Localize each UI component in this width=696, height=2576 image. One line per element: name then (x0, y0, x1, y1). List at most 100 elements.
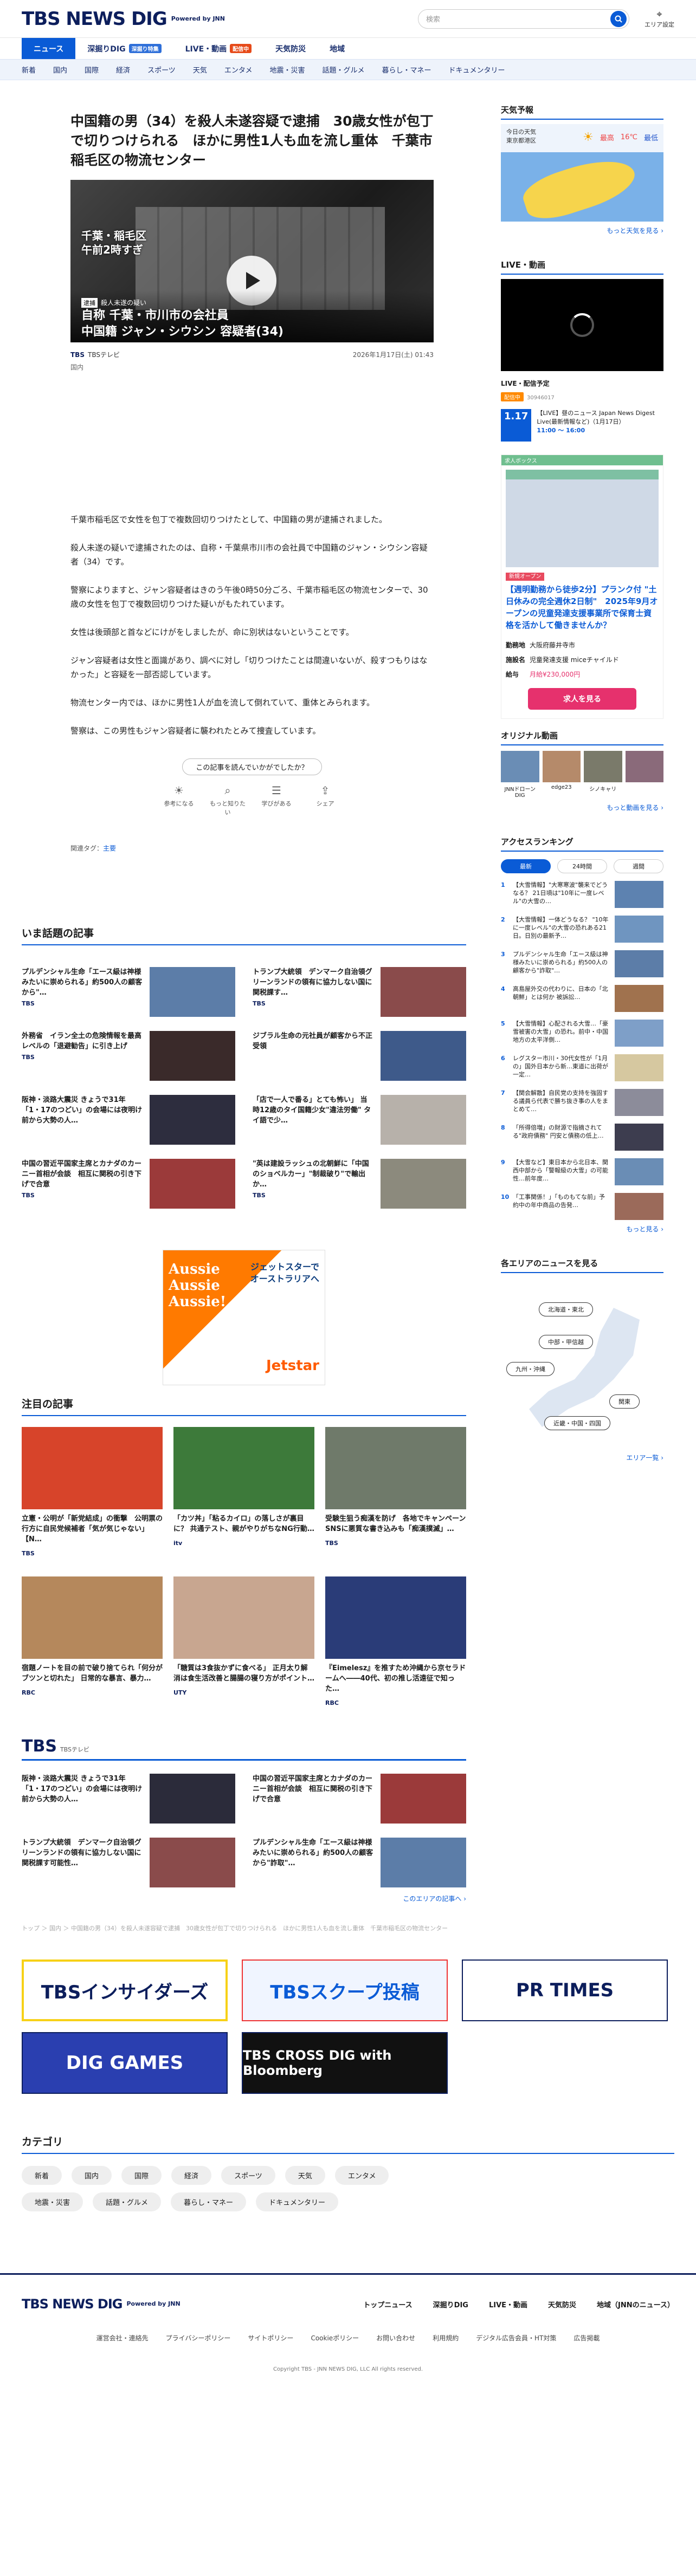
area-setting[interactable]: ⌖ エリア設定 (645, 9, 674, 29)
search-input[interactable]: 検索 (426, 14, 440, 24)
subnav-item[interactable]: 国内 (53, 64, 67, 75)
featured-item[interactable]: 宿題ノートを目の前で破り捨てられ「何分がブツンと切れた」 日常的な暴言、暴力… R… (22, 1576, 163, 1706)
search-button[interactable] (610, 10, 627, 27)
subnav-item[interactable]: 暮らし・マネー (382, 64, 431, 75)
reaction-want-more[interactable]: ⌕ もっと知りたい (209, 784, 247, 816)
region-button[interactable]: 近畿・中国・四国 (544, 1416, 610, 1430)
ranking-item[interactable]: 1 【大雪情報】"大寒寒波"襲来でどうなる？ 21日頃は"10年に一度レベル"の大… (501, 881, 663, 908)
nav-live[interactable]: LIVE・動画 配信中 (173, 38, 264, 59)
live-player[interactable] (501, 279, 663, 371)
nav-dig[interactable]: 深掘りDIG 深掘り特集 (75, 38, 173, 59)
ranking-item[interactable]: 5 【大雪情報】心配される大雪…「豪雪被害の大雪」の恐れ。前中・中国地方の太平洋側… (501, 1020, 663, 1047)
tbs-box-more-link[interactable]: このエリアの記事へ › (22, 1894, 466, 1903)
search-box[interactable]: 検索 (418, 9, 629, 29)
scoop-banner[interactable]: TBSスクープ投稿 (242, 1959, 448, 2021)
trending-item[interactable]: 外務省 イラン全土の危険情報を最高レベルの「退避勧告」に引き上げ TBS (22, 1031, 235, 1081)
category-chip[interactable]: 天気 (285, 2166, 325, 2185)
trending-item[interactable]: 阪神・淡路大震災 きょうで31年「1・17のつどい」の会場には夜明け前から大勢の… (22, 1095, 235, 1145)
subnav-item[interactable]: 天気 (193, 64, 207, 75)
featured-item[interactable]: 受験生狙う痴漢を防げ 各地でキャンペーン SNSに悪質な書き込みも「痴漢撲滅」…… (325, 1427, 466, 1557)
featured-item[interactable]: 立憲・公明が「新党結成」の衝撃 公明票の行方に自民党候補者「気が気じゃない」【N… (22, 1427, 163, 1557)
trending-item[interactable]: ジブラル生命の元社員が顧客から不正受領 (253, 1031, 466, 1081)
weather-more-link[interactable]: もっと天気を見る › (501, 226, 663, 235)
tag-link[interactable]: 主要 (103, 845, 116, 852)
original-item[interactable] (625, 751, 663, 799)
site-logo[interactable]: TBS NEWS DIG Powered by JNN (22, 8, 225, 30)
region-button[interactable]: 北海道・東北 (539, 1302, 593, 1316)
category-chip[interactable]: エンタメ (334, 2166, 389, 2185)
trending-item[interactable]: 中国の習近平国家主席とカナダのカーニー首相が会談 相互に関税の引き下げで合意 TB… (22, 1159, 235, 1209)
schedule-item[interactable]: 1.17 【LIVE】昼のニュース Japan News Digest Live… (501, 409, 663, 442)
share-button[interactable]: ⇪ シェア (306, 784, 344, 816)
trending-item[interactable]: トランプ大統領 デンマーク自治領グリーンランドの領有に協力しない国に関税課す… T… (253, 967, 466, 1017)
ranking-tab-latest[interactable]: 最新 (501, 859, 551, 873)
footer-link[interactable]: 天気防災 (548, 2299, 576, 2309)
ranking-tab-weekly[interactable]: 週間 (614, 859, 663, 873)
subnav-item[interactable]: スポーツ (147, 64, 176, 75)
ranking-tab-24h[interactable]: 24時間 (557, 859, 607, 873)
article-category[interactable]: 国内 (70, 362, 434, 372)
subnav-item[interactable]: 話題・グルメ (322, 64, 364, 75)
reaction-helpful[interactable]: ☀ 参考になる (160, 784, 198, 816)
insiders-banner[interactable]: TBSインサイダーズ (22, 1959, 228, 2021)
weather-panel[interactable]: 今日の天気 東京都港区 ☀ 最高 16℃ 最低 (501, 124, 663, 226)
category-chip[interactable]: 話題・グルメ (93, 2192, 162, 2211)
subnav-item[interactable]: 経済 (116, 64, 130, 75)
nav-region[interactable]: 地域 (318, 38, 357, 59)
featured-item[interactable]: 「カツ丼」「粘るカイロ」の落しさが裏目に？ 共通テスト、親がやりがちなNG行動…… (173, 1427, 314, 1557)
tbs-item[interactable]: 中国の習近平国家主席とカナダのカーニー首相が会談 相互に関税の引き下げで合意 (253, 1774, 466, 1824)
dig-games-banner[interactable]: DIG GAMES (22, 2032, 228, 2094)
subnav-item[interactable]: ドキュメンタリー (449, 64, 505, 75)
region-button[interactable]: 九州・沖縄 (506, 1362, 555, 1376)
ranking-item[interactable]: 8 「所得倍増」の財源で指摘されてる"政府債務" 円安と債務の低上… (501, 1124, 663, 1151)
subnav-item[interactable]: 新着 (22, 64, 36, 75)
category-chip[interactable]: スポーツ (221, 2166, 275, 2185)
footer-link[interactable]: トップニュース (363, 2299, 412, 2309)
tbs-item[interactable]: トランプ大統領 デンマーク自治領グリーンランドの領有に協力しない国に関税課す可能… (22, 1838, 235, 1887)
ranking-item[interactable]: 6 レグスター市川・30代女性が「1月の」国外日本から新…東道に出荷が一定… (501, 1054, 663, 1081)
tbs-item[interactable]: プルデンシャル生命「エース級は神様みたいに崇められる」約500人の顧客から"詐取… (253, 1838, 466, 1887)
subnav-item[interactable]: 地震・災害 (269, 64, 305, 75)
job-ad[interactable]: 求人ボックス 新規オープン 【週明勤務から徒歩2分】プランク付 "土日休みの完全… (501, 455, 663, 719)
ranking-item[interactable]: 10 「工事関係！」「ものもてな前」予約中の年中商品の告発… (501, 1193, 663, 1220)
category-chip[interactable]: ドキュメンタリー (256, 2192, 339, 2211)
category-chip[interactable]: 経済 (171, 2166, 212, 2185)
original-item[interactable]: シノキャリ (584, 751, 622, 799)
footer-sublink[interactable]: 運営会社・連絡先 (96, 2333, 149, 2343)
original-more-link[interactable]: もっと動画を見る › (501, 803, 663, 812)
jetstar-ad[interactable]: Aussie Aussie Aussie! ジェットスターで オーストラリアへ Jet… (163, 1250, 325, 1385)
ranking-item[interactable]: 7 【関会解散】自民党の支持を強固する議員ら代表で勝ち抜き事の人をまとめて… (501, 1089, 663, 1116)
reaction-learning[interactable]: ☰ 学びがある (257, 784, 295, 816)
trending-item[interactable]: 「店で一人で番る」とても怖い」 当時12歳のタイ国籍少女"違法労働" タイ語で少… (253, 1095, 466, 1145)
region-button[interactable]: 中部・甲信越 (539, 1335, 593, 1349)
category-chip[interactable]: 国内 (72, 2166, 112, 2185)
footer-sublink[interactable]: 広告掲載 (573, 2333, 600, 2343)
ranking-item[interactable]: 2 【大雪情報】一体どうなる？ "10年に一度レベル"の大雪の恐れある21日。日別… (501, 916, 663, 943)
featured-item[interactable]: 『Eimelesz』を推すため沖縄から京セラドームへ――40代、初の推し活遠征で… (325, 1576, 466, 1706)
trending-item[interactable]: "英は建設ラッシュの北朝鮮に「中国のショベルカー」"制裁破り"で輸出か… TBS (253, 1159, 466, 1209)
footer-sublink[interactable]: プライバシーポリシー (166, 2333, 231, 2343)
ranking-item[interactable]: 4 高島屋外交の代わりに、日本の「北朝鮮」とは何か 被訴訟… (501, 985, 663, 1012)
area-more-link[interactable]: エリア一覧 › (501, 1453, 663, 1462)
footer-link[interactable]: 深掘りDIG (433, 2299, 468, 2309)
footer-sublink[interactable]: Cookieポリシー (311, 2333, 359, 2343)
job-view-button[interactable]: 求人を見る (528, 688, 636, 710)
footer-sublink[interactable]: お問い合わせ (376, 2333, 415, 2343)
subnav-item[interactable]: 国際 (85, 64, 99, 75)
ranking-item[interactable]: 3 プルデンシャル生命「エース級は神様みたいに崇められる」約500人の顧客から"詐… (501, 950, 663, 977)
tbs-item[interactable]: 阪神・淡路大震災 きょうで31年「1・17のつどい」の会場には夜明け前から大勢の… (22, 1774, 235, 1824)
footer-link[interactable]: LIVE・動画 (489, 2299, 527, 2309)
trending-item[interactable]: プルデンシャル生命「エース級は神様みたいに崇められる」約500人の顧客から"… T… (22, 967, 235, 1017)
original-item[interactable]: JNNドローン DIG (501, 751, 539, 799)
footer-sublink[interactable]: デジタル広告会員・HT対策 (476, 2333, 556, 2343)
subnav-item[interactable]: エンタメ (224, 64, 253, 75)
footer-sublink[interactable]: 利用規約 (433, 2333, 459, 2343)
category-chip[interactable]: 地震・災害 (22, 2192, 83, 2211)
footer-sublink[interactable]: サイトポリシー (248, 2333, 293, 2343)
nav-weather[interactable]: 天気防災 (263, 38, 318, 59)
category-chip[interactable]: 国際 (121, 2166, 162, 2185)
prtimes-banner[interactable]: PR TIMES (462, 1959, 668, 2021)
category-chip[interactable]: 新着 (22, 2166, 62, 2185)
category-chip[interactable]: 暮らし・マネー (171, 2192, 247, 2211)
ranking-item[interactable]: 9 【大雪など】東日本から北日本、関西中部から「警報級の大雪」の可能性…前年度… (501, 1158, 663, 1185)
